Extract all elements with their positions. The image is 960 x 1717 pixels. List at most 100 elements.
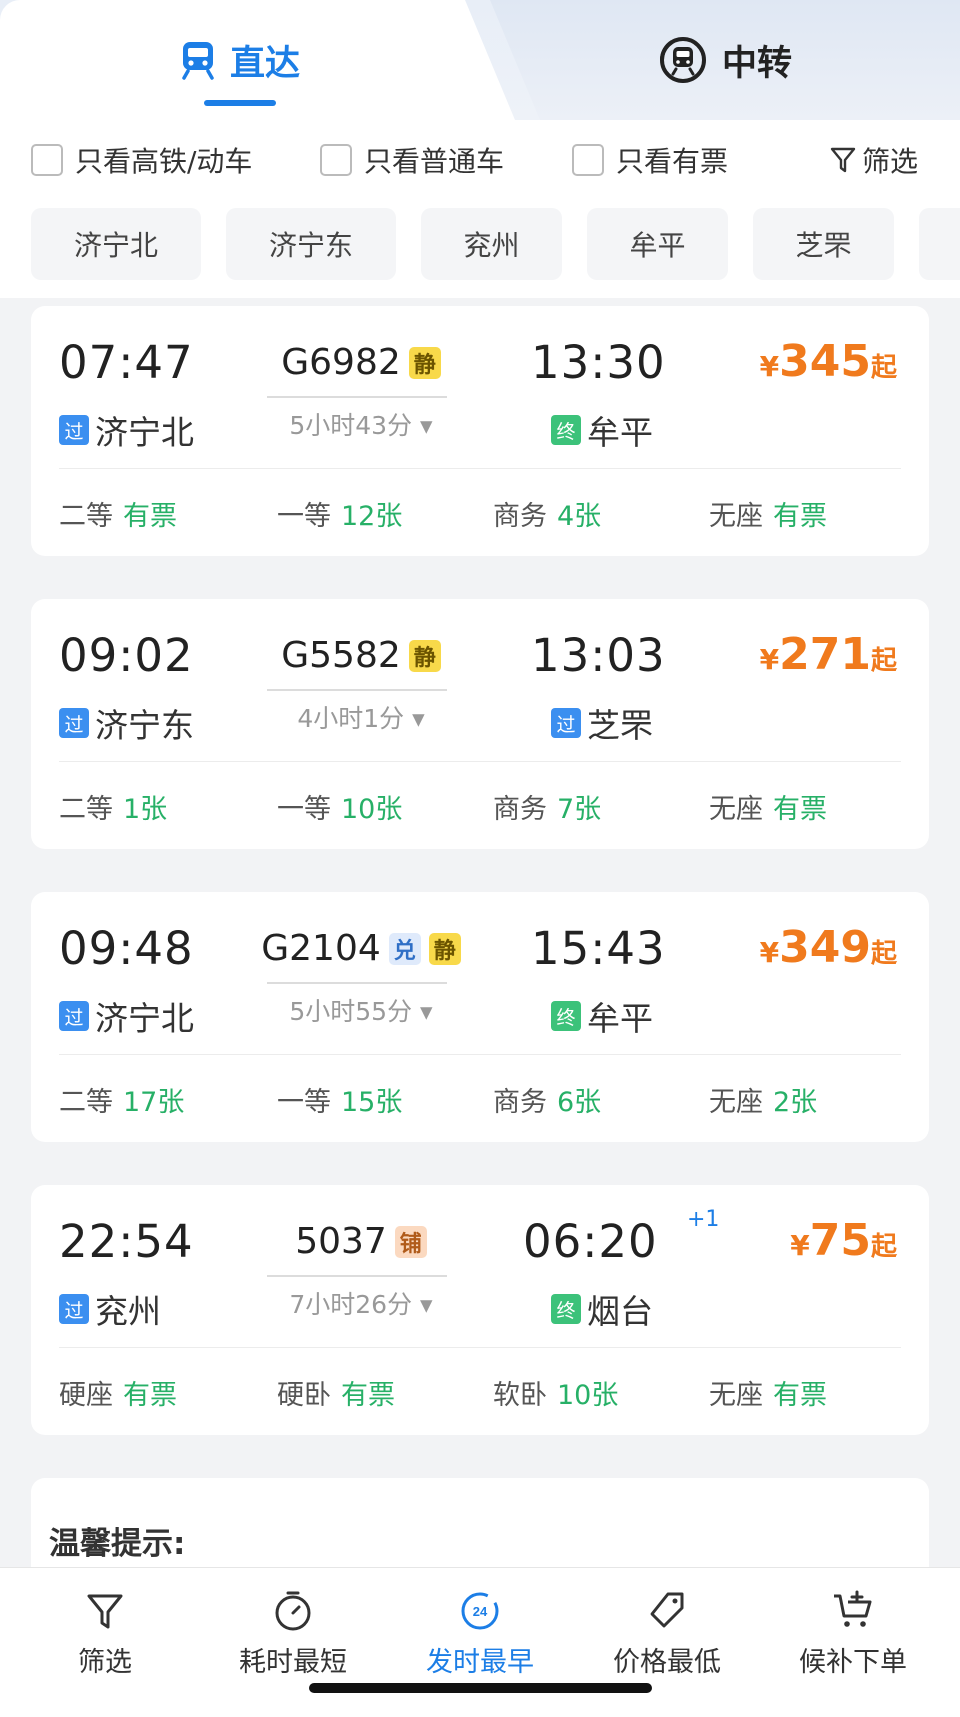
departure-station: 过 济宁北: [59, 406, 194, 454]
seat-availability: 6张: [557, 1087, 602, 1118]
price-amount: 75: [809, 1215, 871, 1266]
pass-badge: 过: [551, 708, 581, 738]
filter-button[interactable]: 筛选: [830, 137, 918, 183]
duration-text: 7小时26分: [289, 1290, 413, 1319]
tab-transfer-label: 中转: [721, 43, 792, 84]
tab-transfer[interactable]: 中转: [645, 0, 805, 120]
sort-shortest-button[interactable]: 耗时最短: [218, 1588, 368, 1698]
train-number: G6982: [281, 342, 401, 383]
caret-down-icon: ▾: [420, 1290, 433, 1319]
duration-line: [267, 982, 447, 984]
clock-24-icon-text: 24: [473, 1604, 488, 1619]
caret-down-icon: ▾: [420, 997, 433, 1026]
seat-name: 硬座: [59, 1380, 113, 1411]
sort-shortest-label: 耗时最短: [239, 1647, 347, 1678]
station-chip-label: 济宁北: [73, 229, 158, 262]
price-suffix: 起: [870, 939, 897, 969]
station-chip[interactable]: 牟平: [587, 208, 728, 280]
sort-cheapest-label: 价格最低: [613, 1647, 721, 1678]
seat-availability: 1张: [123, 794, 168, 825]
duration[interactable]: 5小时43分 ▾: [241, 406, 481, 442]
waitlist-label: 候补下单: [799, 1647, 907, 1678]
price-amount: 349: [779, 922, 871, 973]
seat-class: 无座 有票: [709, 787, 827, 826]
train-card[interactable]: 07:47 G6982 静 5小时43分 ▾ 13:30 ¥ 345 起 过 济…: [31, 306, 929, 556]
seat-availability: 7张: [557, 794, 602, 825]
quiet-car-tag: 静: [408, 346, 441, 379]
seat-availability: 10张: [557, 1380, 619, 1411]
train-card[interactable]: 22:54 5037 铺 7小时26分 ▾ 06:20 +1 ¥ 75 起 过 …: [31, 1185, 929, 1435]
transfer-train-icon: [659, 37, 706, 83]
price-suffix: 起: [870, 646, 897, 676]
seat-class: 硬座 有票: [59, 1373, 177, 1412]
duration[interactable]: 5小时55分 ▾: [241, 992, 481, 1028]
station-chip-label: 芝罘: [795, 229, 852, 262]
arrival-station: 终 牟平: [551, 406, 653, 454]
price-tag-icon: [650, 1592, 684, 1628]
station-chip-label: 兖州: [463, 229, 520, 262]
station-chip[interactable]: 济宁东: [226, 208, 396, 280]
sort-earliest-label: 发时最早: [426, 1647, 534, 1678]
clock-24-icon: 24: [461, 1592, 499, 1630]
only-gaotie-checkbox[interactable]: 只看高铁/动车: [31, 137, 252, 183]
tab-direct-label: 直达: [229, 43, 300, 84]
station-chip-row: 济宁北 济宁东 兖州 牟平 芝罘: [0, 200, 960, 298]
seat-class: 一等 10张: [277, 787, 402, 826]
seat-name: 无座: [709, 1087, 763, 1118]
duration-text: 4小时1分: [297, 704, 405, 733]
station-chip-label: 济宁东: [268, 229, 353, 262]
seat-name: 商务: [493, 501, 547, 532]
arrival-time: 15:43: [531, 922, 666, 975]
departure-time: 22:54: [59, 1215, 194, 1268]
seat-class: 无座 有票: [709, 494, 827, 533]
quiet-car-tag: 静: [408, 639, 441, 672]
price-amount: 345: [779, 336, 871, 387]
card-divider: [59, 1347, 901, 1348]
timer-icon: [275, 1591, 311, 1631]
train-card[interactable]: 09:48 G2104 兑 静 5小时55分 ▾ 15:43 ¥ 349 起 过…: [31, 892, 929, 1142]
bottom-filter-button[interactable]: 筛选: [30, 1588, 180, 1698]
price-amount: 271: [779, 629, 871, 680]
seat-class: 二等 1张: [59, 787, 167, 826]
seat-name: 二等: [59, 501, 113, 532]
seat-name: 无座: [709, 501, 763, 532]
price: ¥ 349 起: [760, 922, 897, 973]
only-tickets-checkbox[interactable]: 只看有票: [572, 137, 728, 183]
station-chip[interactable]: 芝罘: [753, 208, 894, 280]
pass-badge: 过: [59, 1001, 89, 1031]
only-putong-label: 只看普通车: [364, 145, 505, 178]
arrival-station: 终 烟台: [551, 1285, 653, 1333]
only-putong-checkbox[interactable]: 只看普通车: [320, 137, 504, 183]
bottom-filter-label: 筛选: [78, 1647, 132, 1678]
departure-station-name: 济宁北: [95, 999, 194, 1038]
pass-badge: 过: [59, 1294, 89, 1324]
seat-availability: 有票: [773, 1380, 827, 1411]
card-divider: [59, 468, 901, 469]
station-chip[interactable]: 兖州: [421, 208, 562, 280]
sort-cheapest-button[interactable]: 价格最低: [592, 1588, 742, 1698]
seat-availability: 有票: [341, 1380, 395, 1411]
caret-down-icon: ▾: [412, 704, 425, 733]
departure-time: 09:02: [59, 629, 194, 682]
seat-availability: 有票: [773, 794, 827, 825]
duration[interactable]: 7小时26分 ▾: [241, 1285, 481, 1321]
train-card[interactable]: 09:02 G5582 静 4小时1分 ▾ 13:03 ¥ 271 起 过 济宁…: [31, 599, 929, 849]
tip-title: 温馨提示:: [49, 1526, 186, 1562]
station-chip[interactable]: 济宁北: [31, 208, 201, 280]
seat-name: 软卧: [493, 1380, 547, 1411]
terminal-badge: 终: [551, 415, 581, 445]
quick-filter-row: 只看高铁/动车 只看普通车 只看有票 筛选: [0, 120, 960, 200]
duration-text: 5小时43分: [289, 411, 413, 440]
arrival-station: 终 牟平: [551, 992, 653, 1040]
sort-earliest-button[interactable]: 24 发时最早: [405, 1588, 555, 1698]
duration[interactable]: 4小时1分 ▾: [241, 699, 481, 735]
seat-class: 一等 12张: [277, 494, 402, 533]
waitlist-button[interactable]: 候补下单: [778, 1588, 928, 1698]
station-chip-partial[interactable]: [919, 208, 960, 280]
station-chip-label: 牟平: [629, 229, 686, 262]
sleeper-tag: 铺: [394, 1225, 427, 1258]
currency-symbol: ¥: [759, 643, 780, 676]
departure-station-name: 济宁北: [95, 413, 194, 452]
price: ¥ 271 起: [760, 629, 897, 680]
seat-name: 商务: [493, 794, 547, 825]
